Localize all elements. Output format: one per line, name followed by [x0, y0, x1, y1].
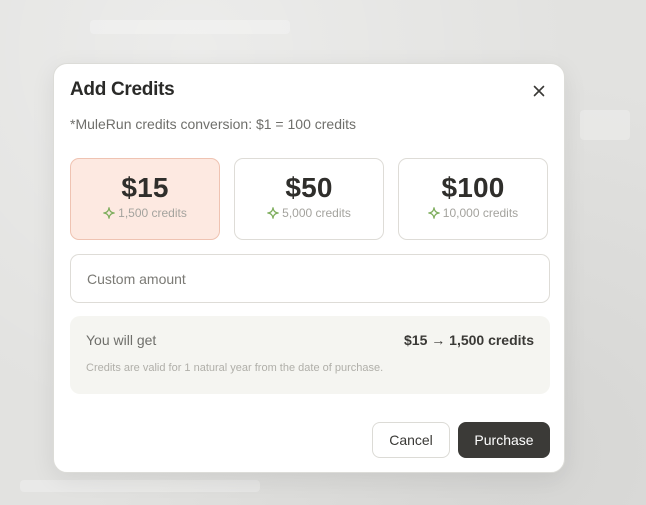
tier-price: $100 [441, 172, 505, 203]
tier-credits: 5,000 credits [282, 206, 351, 220]
summary-value: $15 → 1,500 credits [404, 332, 534, 348]
tier-credits-row: 10,000 credits [399, 206, 547, 220]
tier-credits-row: 5,000 credits [235, 206, 383, 220]
dialog-title: Add Credits [70, 79, 175, 100]
tier-price: $15 [121, 172, 169, 203]
cancel-button[interactable]: Cancel [372, 422, 450, 458]
credit-tier-options: $15 1,500 credits $50 5,000 credits $100 [70, 158, 550, 242]
tier-price: $50 [285, 172, 333, 203]
tier-option-15[interactable]: $15 1,500 credits [70, 158, 220, 240]
validity-note: Credits are valid for 1 natural year fro… [86, 362, 384, 374]
purchase-summary: You will get $15 → 1,500 credits Credits… [70, 316, 550, 394]
backdrop-blur-shape [90, 20, 290, 34]
tier-option-50[interactable]: $50 5,000 credits [234, 158, 384, 240]
conversion-note: *MuleRun credits conversion: $1 = 100 cr… [70, 116, 356, 132]
tier-credits-row: 1,500 credits [71, 206, 219, 220]
custom-amount-input[interactable] [70, 254, 550, 303]
tier-option-100[interactable]: $100 10,000 credits [398, 158, 548, 240]
sparkle-icon [267, 207, 279, 219]
tier-credits: 1,500 credits [118, 206, 187, 220]
sparkle-icon [427, 207, 440, 219]
purchase-button[interactable]: Purchase [458, 422, 550, 458]
add-credits-dialog: Add Credits *MuleRun credits conversion:… [53, 63, 565, 473]
sparkle-icon [103, 207, 115, 219]
tier-credits: 10,000 credits [442, 206, 519, 220]
close-button[interactable] [528, 80, 550, 102]
backdrop-blur-shape [580, 110, 630, 140]
summary-label: You will get [86, 332, 157, 348]
close-icon [533, 85, 545, 97]
backdrop-blur-shape [20, 480, 260, 492]
